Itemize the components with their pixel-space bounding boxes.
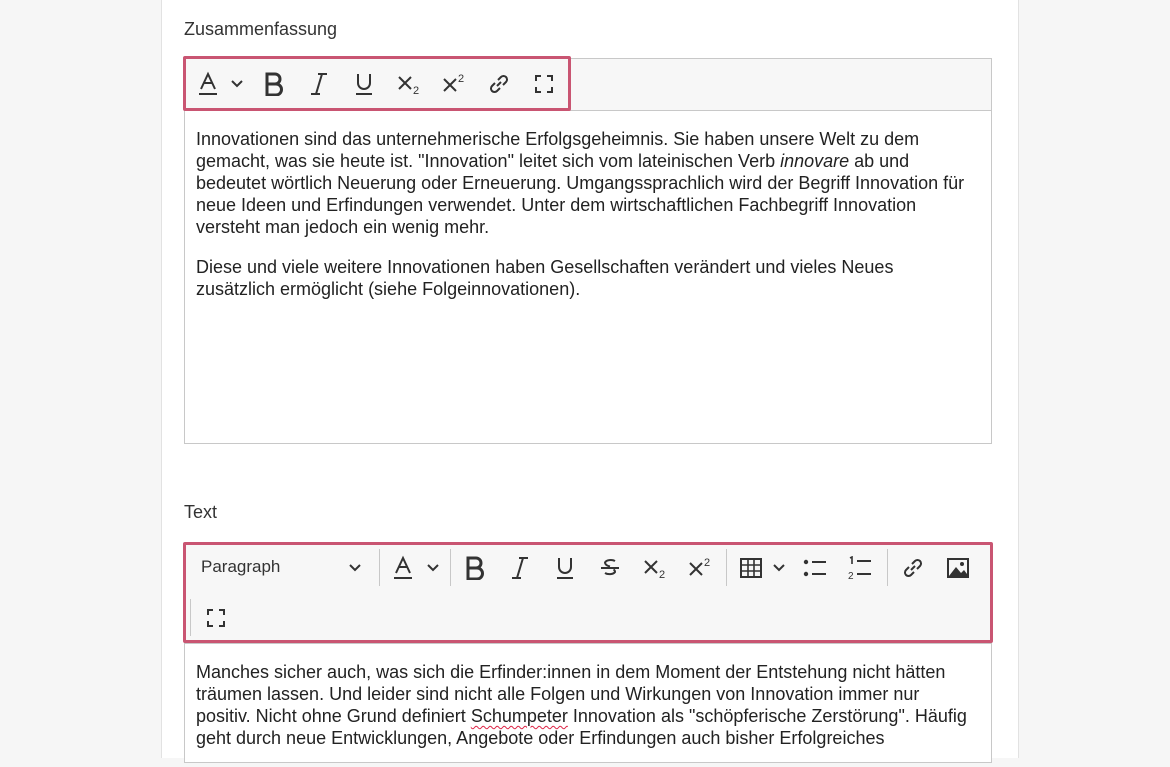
bold-icon[interactable] <box>455 548 495 588</box>
text-color-icon[interactable] <box>385 548 421 588</box>
link-icon[interactable] <box>893 548 933 588</box>
bold-icon[interactable] <box>254 64 294 104</box>
toolbar-separator <box>450 549 451 586</box>
fullscreen-icon[interactable] <box>196 598 236 638</box>
chevron-down-icon[interactable] <box>420 548 446 588</box>
bullet-list-icon[interactable] <box>795 548 835 588</box>
toolbar-separator <box>887 549 888 586</box>
chevron-down-icon[interactable] <box>766 548 792 588</box>
underline-icon[interactable] <box>545 548 585 588</box>
summary-label: Zusammenfassung <box>184 19 338 39</box>
summary-emphasis: innovare <box>780 151 850 171</box>
fullscreen-icon[interactable] <box>524 64 564 104</box>
italic-icon[interactable] <box>500 548 540 588</box>
subscript-icon[interactable]: 2 <box>389 64 429 104</box>
summary-editor: Innovationen sind das unternehmerische E… <box>184 58 992 444</box>
summary-content[interactable]: Innovationen sind das unternehmerische E… <box>196 128 971 318</box>
subscript-icon[interactable]: 2 <box>635 548 675 588</box>
summary-paragraph-2: Diese und viele weitere Innovationen hab… <box>196 257 894 299</box>
superscript-icon[interactable]: 2 <box>680 548 720 588</box>
text-color-icon[interactable] <box>190 64 226 104</box>
svg-text:2: 2 <box>704 557 710 569</box>
toolbar-separator <box>190 599 191 636</box>
strikethrough-icon[interactable] <box>590 548 630 588</box>
table-icon[interactable] <box>733 548 769 588</box>
svg-text:2: 2 <box>659 569 665 580</box>
text-content[interactable]: Manches sicher auch, was sich die Erfind… <box>196 661 971 767</box>
text-paragraph-1: Manches sicher auch, was sich die Erfind… <box>196 662 967 748</box>
underline-icon[interactable] <box>344 64 384 104</box>
image-icon[interactable] <box>938 548 978 588</box>
superscript-icon[interactable]: 2 <box>434 64 474 104</box>
paragraph-format-value: Paragraph <box>201 557 281 576</box>
svg-text:2: 2 <box>848 571 854 580</box>
toolbar-separator <box>726 549 727 586</box>
spellcheck-word: Schumpeter <box>470 706 568 726</box>
summary-paragraph-1: Innovationen sind das unternehmerische E… <box>196 129 965 237</box>
text-label: Text <box>184 502 218 522</box>
italic-icon[interactable] <box>299 64 339 104</box>
numbered-list-icon[interactable]: 2 <box>840 548 880 588</box>
chevron-down-icon[interactable] <box>224 64 250 104</box>
chevron-down-icon[interactable] <box>340 548 370 588</box>
toolbar-separator <box>379 549 380 586</box>
link-icon[interactable] <box>479 64 519 104</box>
svg-text:2: 2 <box>413 85 419 96</box>
svg-text:2: 2 <box>458 73 464 85</box>
